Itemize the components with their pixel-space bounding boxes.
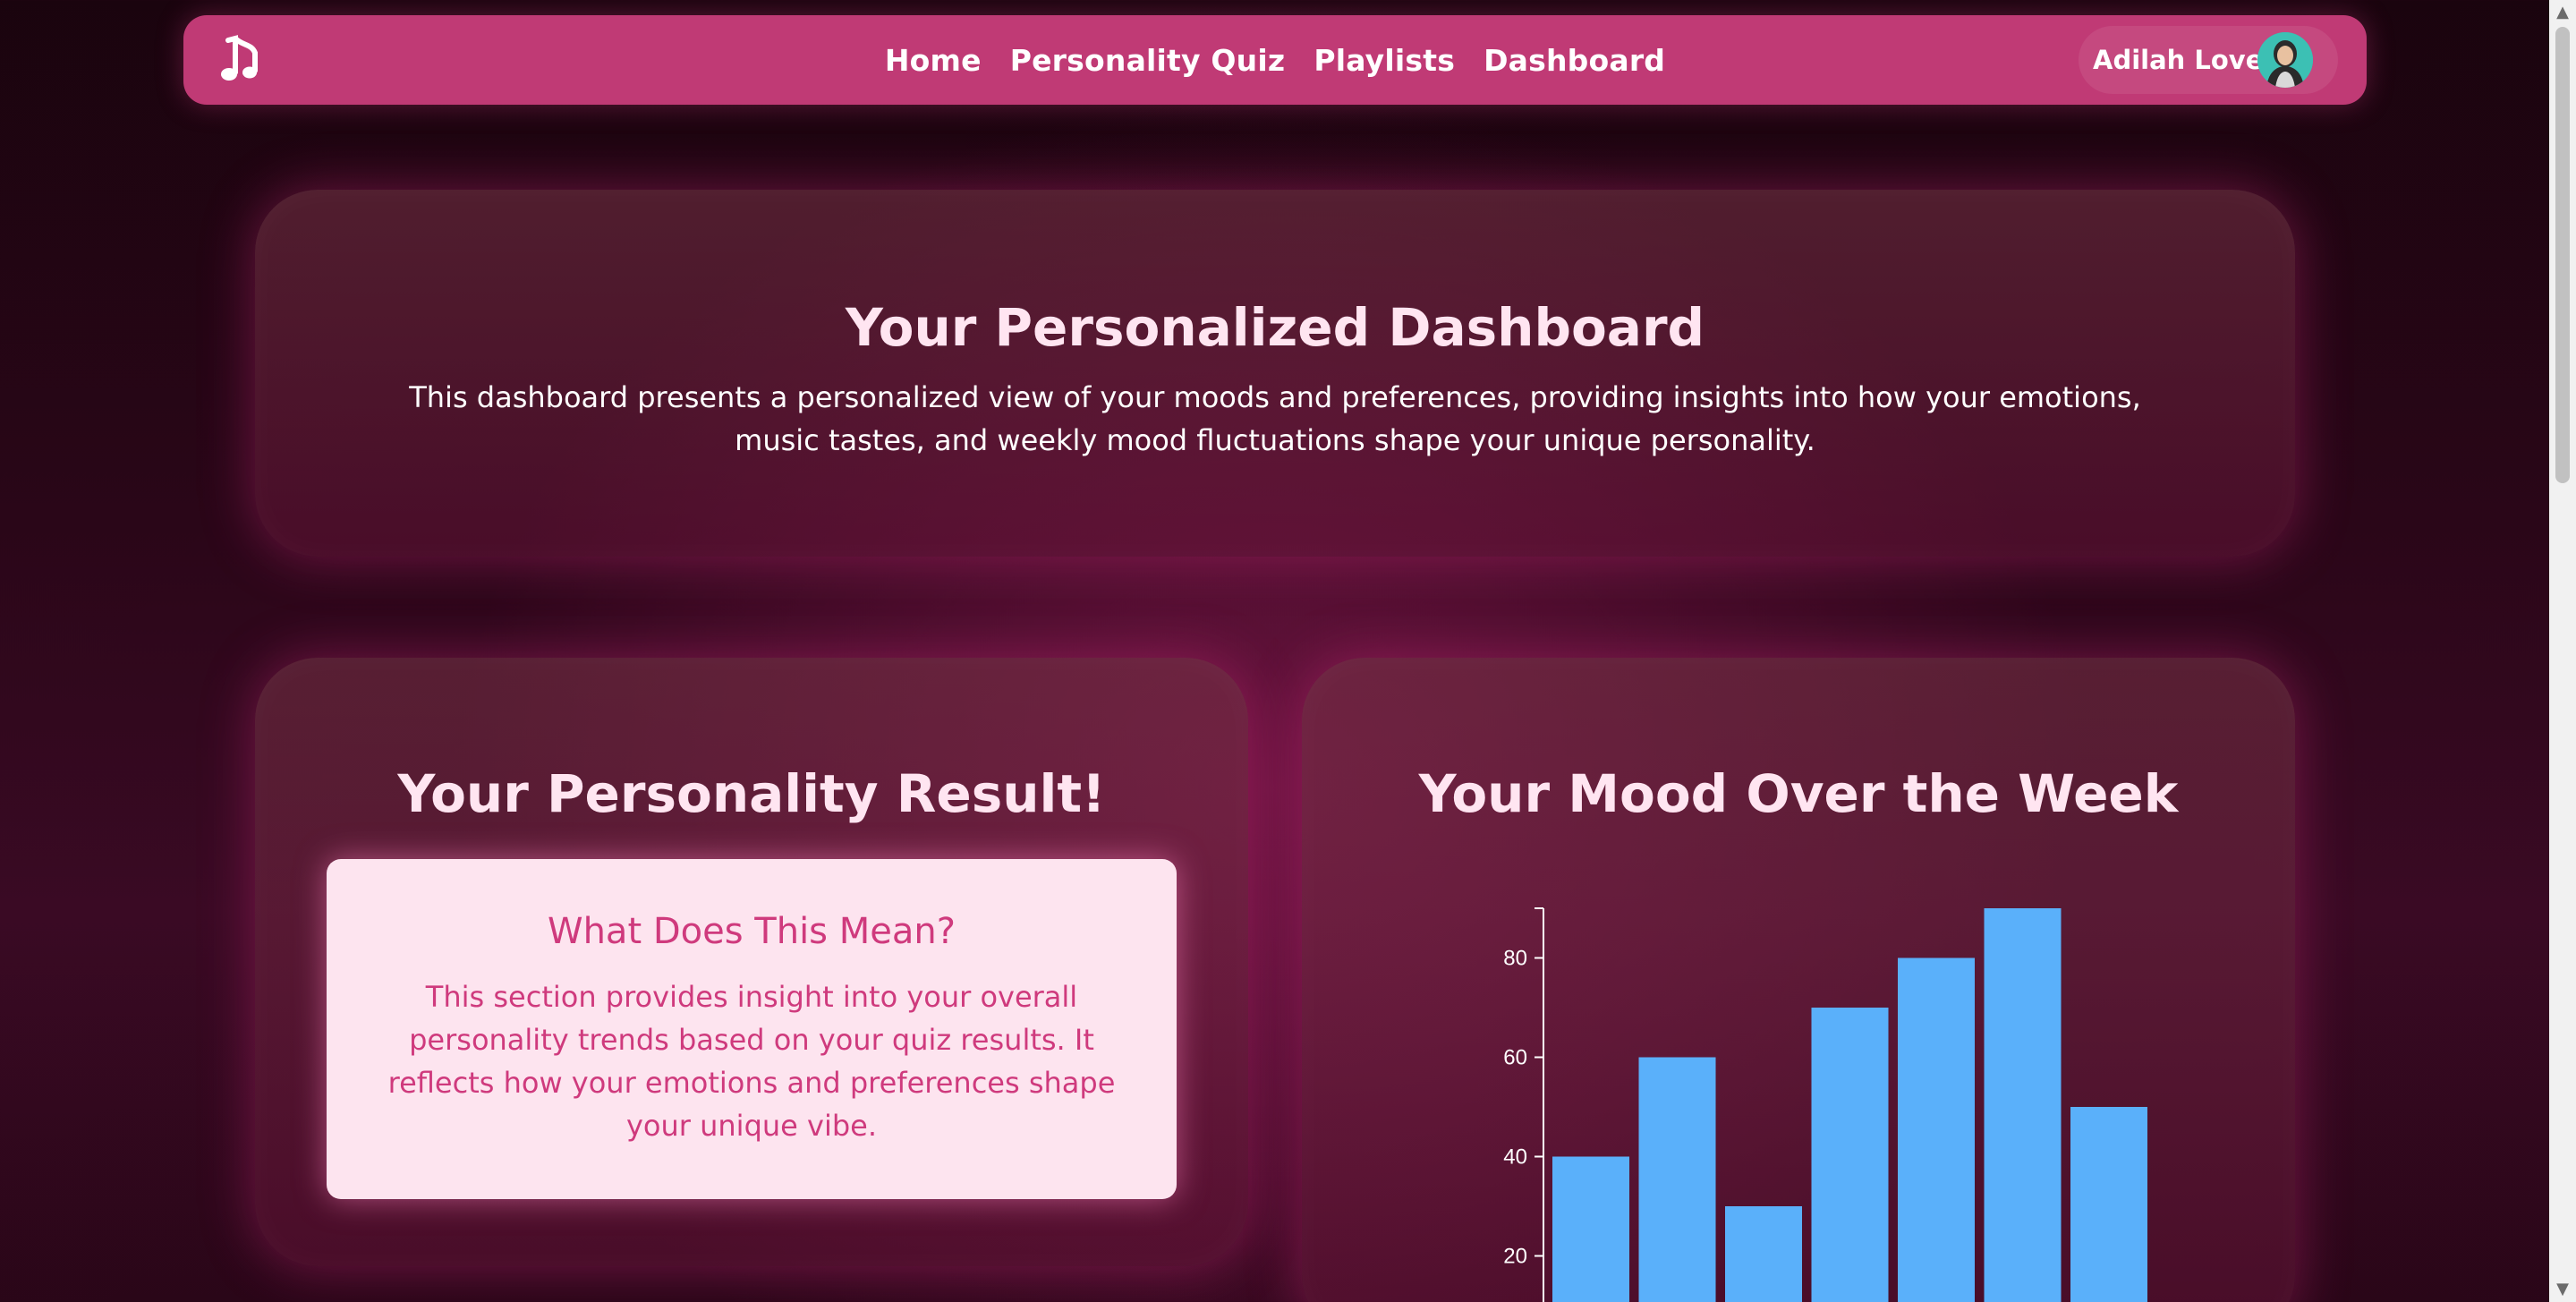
scroll-down-arrow-icon[interactable]: ▼ [2549,1279,2576,1300]
music-note-icon[interactable] [216,33,269,87]
chart-bar [1984,908,2062,1302]
chart-bar [1552,1156,1629,1302]
nav-link-playlists[interactable]: Playlists [1314,43,1455,78]
chart-bar [1638,1057,1716,1302]
scrollbar[interactable]: ▲ ▼ [2549,0,2576,1302]
mood-bar-chart: 80 60 40 20 [1503,907,2147,1302]
page-title: Your Personalized Dashboard [845,297,1705,358]
personality-result-title: Your Personality Result! [397,763,1106,824]
top-nav-bar: Home Personality Quiz Playlists Dashboar… [183,15,2367,105]
chart-bar [1898,957,1975,1302]
scroll-up-arrow-icon[interactable]: ▲ [2549,2,2576,23]
chart-bar [2070,1107,2147,1302]
y-axis-tick-label: 80 [1503,947,1527,971]
chart-y-axis: 80 60 40 20 [1503,907,1544,1302]
chart-bar [1811,1008,1889,1302]
nav-link-personality-quiz[interactable]: Personality Quiz [1010,43,1286,78]
nav-link-home[interactable]: Home [885,43,982,78]
meaning-box: What Does This Mean? This section provid… [327,859,1177,1199]
user-profile-button[interactable]: Adilah Love [2079,26,2338,94]
scrollbar-thumb[interactable] [2555,27,2570,483]
meaning-box-text: This section provides insight into your … [387,980,1116,1143]
meaning-box-title: What Does This Mean? [548,911,956,952]
chart-bars [1552,908,2147,1302]
y-axis-tick-label: 20 [1503,1245,1527,1269]
chart-bar [1725,1206,1802,1302]
avatar[interactable] [2257,32,2313,88]
nav-links: Home Personality Quiz Playlists Dashboar… [183,15,2367,105]
personality-result-card: Your Personality Result! What Does This … [255,658,1248,1266]
y-axis-tick-label: 60 [1503,1046,1527,1070]
user-name: Adilah Love [2093,45,2264,75]
mood-chart-card: Your Mood Over the Week 80 60 40 20 [1302,658,2295,1302]
dashboard-header-card: Your Personalized Dashboard This dashboa… [255,190,2295,557]
nav-link-dashboard[interactable]: Dashboard [1484,43,1665,78]
y-axis-tick-label: 40 [1503,1145,1527,1170]
mood-chart-title: Your Mood Over the Week [1418,763,2179,824]
page-description: This dashboard presents a personalized v… [409,380,2141,457]
